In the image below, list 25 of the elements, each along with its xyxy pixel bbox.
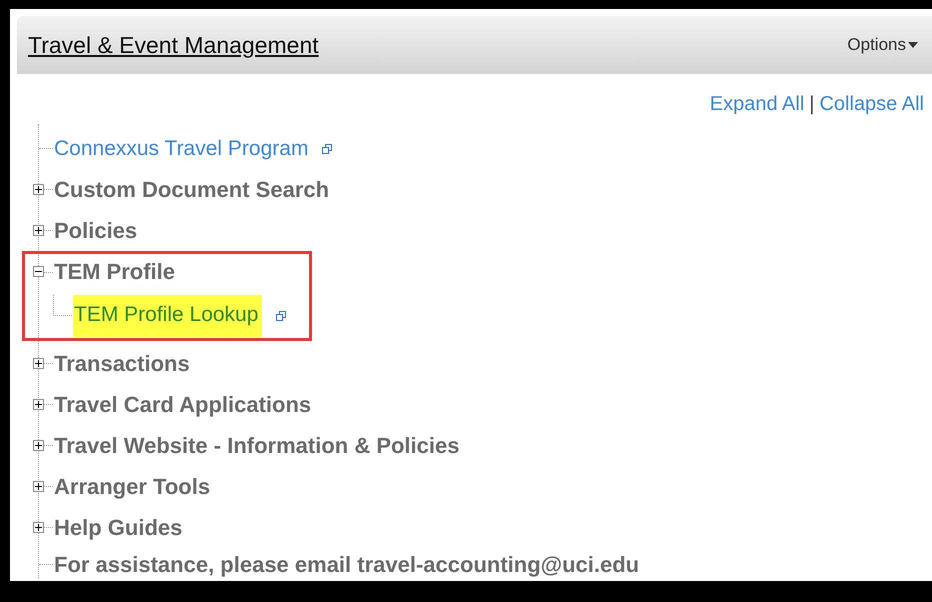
tree-folder[interactable]: Travel Card Applications [54, 392, 312, 418]
expand-toggle[interactable] [33, 480, 44, 492]
expand-toggle[interactable] [33, 184, 44, 194]
tree-folder[interactable]: TEM Profile [54, 259, 176, 285]
tree-link[interactable]: TEM Profile Lookup [73, 295, 262, 337]
options-menu[interactable]: Options [847, 35, 918, 55]
expand-toggle[interactable] [33, 440, 44, 450]
expand-all-link[interactable]: Expand All [710, 93, 804, 119]
separator: | [809, 93, 814, 117]
tree-folder[interactable]: Transactions [54, 350, 190, 376]
expand-toggle[interactable] [33, 358, 44, 368]
expand-toggle[interactable] [33, 224, 44, 236]
tree-folder[interactable]: Travel Website - Information & Policies [54, 432, 460, 458]
caret-icon [908, 42, 918, 48]
tree-folder[interactable]: Arranger Tools [54, 474, 210, 500]
tree-link[interactable]: Connexxus Travel Program [54, 136, 308, 160]
collapse-toggle[interactable] [33, 266, 44, 277]
tree-folder[interactable]: Custom Document Search [54, 176, 330, 202]
collapse-all-link[interactable]: Collapse All [819, 93, 924, 119]
expand-toggle[interactable] [33, 522, 44, 532]
tree-folder[interactable]: Policies [54, 218, 138, 244]
assistance-text: For assistance, please email travel-accounting@uci.edu [54, 552, 640, 578]
portlet-title[interactable]: Travel & Event Management [28, 32, 319, 58]
tree-folder[interactable]: Help Guides [54, 514, 182, 540]
expand-toggle[interactable] [33, 398, 44, 410]
